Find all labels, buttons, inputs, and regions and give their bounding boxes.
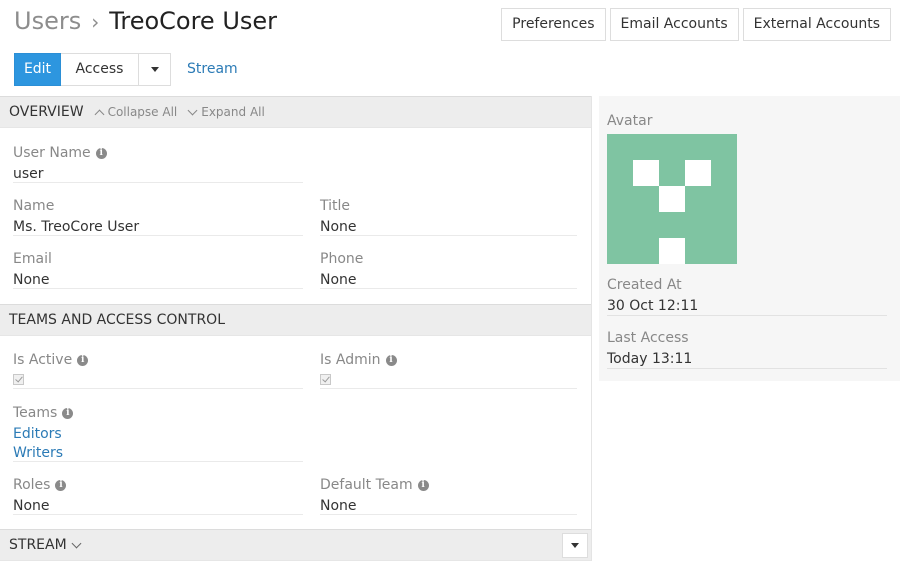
info-icon[interactable]: i [55, 479, 67, 491]
main-panel: OVERVIEW Collapse All Expand All User Na… [0, 96, 592, 561]
roles-label: Roles [13, 477, 51, 493]
is-active-field: Is Active i [13, 351, 303, 391]
caret-down-icon [571, 543, 579, 548]
side-panel: Avatar Created At 30 Oct 12:11 Last Acce… [599, 96, 900, 381]
info-icon[interactable]: i [95, 147, 107, 159]
divider [13, 182, 303, 183]
divider [13, 288, 303, 289]
phone-field: Phone None [320, 250, 577, 290]
is-active-checkbox [13, 374, 24, 385]
created-at-value: 30 Oct 12:11 [607, 298, 699, 314]
more-actions-dropdown[interactable] [139, 53, 171, 86]
chevron-down-icon [187, 105, 198, 116]
title-label: Title [320, 198, 351, 214]
access-button[interactable]: Access [61, 53, 139, 86]
breadcrumb-separator: › [91, 10, 100, 34]
last-access-label: Last Access [607, 330, 689, 346]
teams-label: Teams [13, 405, 58, 421]
stream-panel-header[interactable]: STREAM [0, 529, 591, 561]
divider [320, 288, 577, 289]
user-name-field: User Name i user [13, 144, 303, 184]
is-active-label: Is Active [13, 352, 73, 368]
collapse-all-button[interactable]: Collapse All [94, 105, 178, 119]
divider [607, 315, 887, 316]
roles-field: Roles i None [13, 476, 303, 516]
user-name-label: User Name [13, 145, 91, 161]
title-field: Title None [320, 197, 577, 237]
name-label: Name [13, 198, 55, 214]
expand-all-label: Expand All [201, 105, 265, 119]
action-bar: Edit Access Stream [14, 53, 238, 86]
default-team-field: Default Team i None [320, 476, 577, 516]
breadcrumb-users-link[interactable]: Users [14, 7, 81, 35]
info-icon[interactable]: i [417, 479, 429, 491]
stream-options-dropdown[interactable] [562, 533, 588, 558]
breadcrumb: Users › TreoCore User [14, 6, 277, 37]
header-buttons: Preferences Email Accounts External Acco… [501, 8, 891, 41]
page-title: TreoCore User [109, 7, 278, 35]
info-icon[interactable]: i [62, 407, 74, 419]
teams-panel-header: TEAMS AND ACCESS CONTROL [0, 304, 591, 336]
caret-down-icon [150, 67, 159, 72]
avatar [607, 134, 737, 264]
name-field: Name Ms. TreoCore User [13, 197, 303, 237]
last-access-field: Last Access Today 13:11 [607, 329, 887, 369]
teams-field: Teams i Editors Writers [13, 404, 303, 464]
stream-panel-title: STREAM [9, 537, 67, 553]
email-label: Email [13, 251, 52, 267]
info-icon[interactable]: i [385, 354, 397, 366]
divider [13, 235, 303, 236]
divider [320, 388, 577, 389]
overview-panel-header: OVERVIEW Collapse All Expand All [0, 96, 591, 128]
overview-title: OVERVIEW [9, 104, 84, 120]
expand-all-button[interactable]: Expand All [187, 105, 265, 119]
avatar-field: Avatar [607, 112, 887, 264]
collapse-all-label: Collapse All [107, 105, 178, 119]
teams-panel-title: TEAMS AND ACCESS CONTROL [9, 312, 225, 328]
team-link-editors[interactable]: Editors [13, 425, 303, 444]
email-field: Email None [13, 250, 303, 290]
external-accounts-button[interactable]: External Accounts [742, 8, 891, 41]
edit-button[interactable]: Edit [14, 53, 61, 86]
chevron-down-icon [71, 538, 82, 549]
divider [320, 235, 577, 236]
divider [607, 368, 887, 369]
last-access-value: Today 13:11 [607, 351, 693, 367]
default-team-label: Default Team [320, 477, 413, 493]
is-admin-checkbox [320, 374, 331, 385]
divider [13, 388, 303, 389]
divider [13, 514, 303, 515]
created-at-label: Created At [607, 277, 682, 293]
stream-link[interactable]: Stream [187, 53, 238, 86]
is-admin-field: Is Admin i [320, 351, 577, 391]
chevron-up-icon [94, 109, 105, 119]
info-icon[interactable]: i [77, 354, 89, 366]
divider [13, 461, 303, 462]
is-admin-label: Is Admin [320, 352, 381, 368]
email-accounts-button[interactable]: Email Accounts [609, 8, 739, 41]
avatar-label: Avatar [607, 113, 653, 129]
divider [320, 514, 577, 515]
preferences-button[interactable]: Preferences [501, 8, 606, 41]
created-at-field: Created At 30 Oct 12:11 [607, 276, 887, 316]
phone-label: Phone [320, 251, 364, 267]
